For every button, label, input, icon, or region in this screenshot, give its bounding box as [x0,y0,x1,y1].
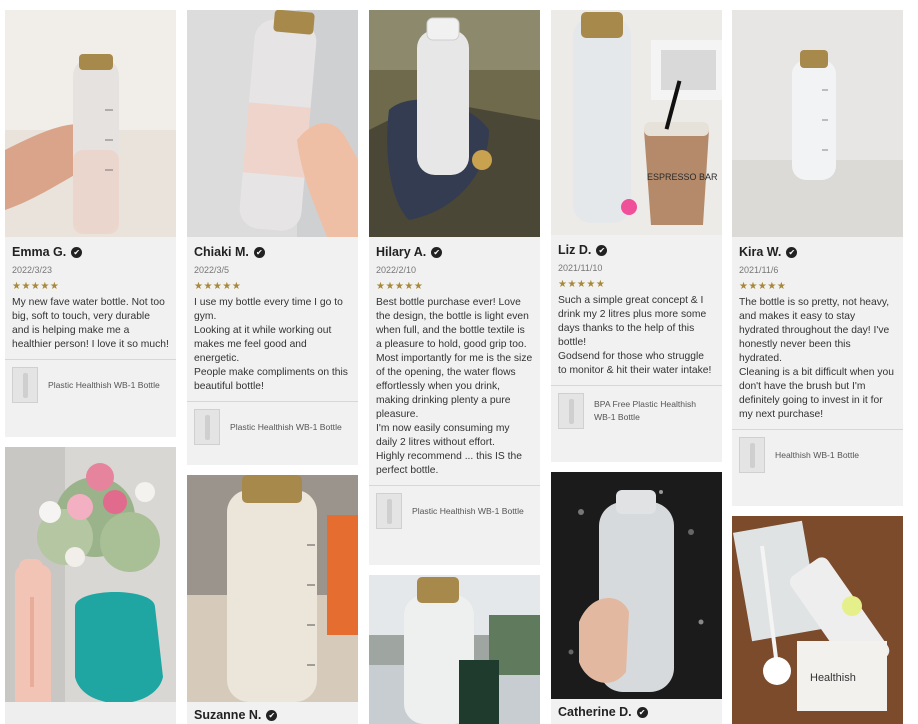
photo-card-packaging[interactable]: Healthish [732,516,903,724]
review-photo[interactable] [187,10,358,237]
product-thumbnail [194,409,220,445]
review-text: My new fave water bottle. Not too big, s… [12,297,169,350]
review-card-kira[interactable]: Kira W. ✔ 2021/11/6 ★★★★★ The bottle is … [732,10,903,506]
review-photo[interactable] [5,10,176,237]
photo-card-window-bottle[interactable] [369,575,540,724]
review-photo[interactable] [369,575,540,724]
product-link[interactable]: BPA Free Plastic Healthish WB-1 Bottle [551,385,722,436]
review-card-catherine[interactable]: Catherine D. ✔ [551,472,722,724]
review-card-emma[interactable]: Emma G. ✔ 2022/3/23 ★★★★★ My new fave wa… [5,10,176,437]
product-link[interactable]: Plastic Healthish WB-1 Bottle [187,401,358,452]
verified-check-icon: ✔ [431,246,443,258]
product-link[interactable]: Healthish WB-1 Bottle [732,429,903,480]
verified-check-icon: ✔ [253,246,265,258]
review-photo[interactable] [187,475,358,702]
review-photo[interactable] [551,472,722,699]
product-link[interactable]: Plastic Healthish WB-1 Bottle [369,485,540,536]
product-thumbnail [12,367,38,403]
photo-card-flowers[interactable] [5,447,176,724]
reviewer-name: Suzanne N. [194,708,262,722]
review-date: 2022/3/5 [194,265,230,275]
product-link[interactable]: Plastic Healthish WB-1 Bottle [5,359,176,410]
review-card-hilary[interactable]: Hilary A. ✔ 2022/2/10 ★★★★★ Best bottle … [369,10,540,565]
review-card-chiaki[interactable]: Chiaki M. ✔ 2022/3/5 ★★★★★ I use my bott… [187,10,358,465]
product-name: Plastic Healthish WB-1 Bottle [412,505,524,516]
verified-check-icon: ✔ [596,244,608,256]
reviewer-name: Emma G. [12,245,67,259]
box-label: Healthish [810,672,856,684]
review-photo[interactable] [732,10,903,237]
verified-check-icon: ✔ [636,706,648,718]
review-text: Such a simple great concept & I drink my… [558,295,712,376]
product-thumbnail [739,437,765,473]
star-rating: ★★★★★ [739,281,787,292]
product-name: Plastic Healthish WB-1 Bottle [230,421,342,432]
review-photo[interactable]: ESPRESSO BAR [551,10,722,235]
verified-check-icon: ✔ [71,246,83,258]
reviewer-name: Catherine D. [558,705,632,719]
review-card-suzanne[interactable]: Suzanne N. ✔ [187,475,358,724]
review-card-liz[interactable]: ESPRESSO BAR Liz D. ✔ 2021/11/10 ★★★★★ S… [551,10,722,462]
cup-label: ESPRESSO BAR [647,172,718,182]
review-photo[interactable]: Healthish [732,516,903,724]
verified-check-icon: ✔ [786,246,798,258]
review-date: 2021/11/10 [558,263,603,273]
review-photo[interactable] [5,447,176,724]
review-text: Best bottle purchase ever! Love the desi… [376,297,533,476]
review-date: 2022/3/23 [12,265,53,275]
product-thumbnail [558,393,584,429]
reviewer-name: Kira W. [739,245,782,259]
reviewer-name: Liz D. [558,243,592,257]
product-name: Healthish WB-1 Bottle [775,449,860,460]
star-rating: ★★★★★ [558,279,606,290]
star-rating: ★★★★★ [194,281,242,292]
star-rating: ★★★★★ [12,281,60,292]
star-rating: ★★★★★ [376,281,424,292]
review-text: I use my bottle every time I go to gym. … [194,297,348,392]
review-photo[interactable] [369,10,540,237]
review-text: The bottle is so pretty, not heavy, and … [739,297,894,420]
product-thumbnail [376,493,402,529]
reviewer-name: Chiaki M. [194,245,249,259]
verified-check-icon: ✔ [266,709,278,721]
reviewer-name: Hilary A. [376,245,427,259]
product-name: BPA Free Plastic Healthish WB-1 Bottle [594,399,697,422]
product-name: Plastic Healthish WB-1 Bottle [48,379,160,390]
review-date: 2022/2/10 [376,265,417,275]
review-date: 2021/11/6 [739,265,779,275]
